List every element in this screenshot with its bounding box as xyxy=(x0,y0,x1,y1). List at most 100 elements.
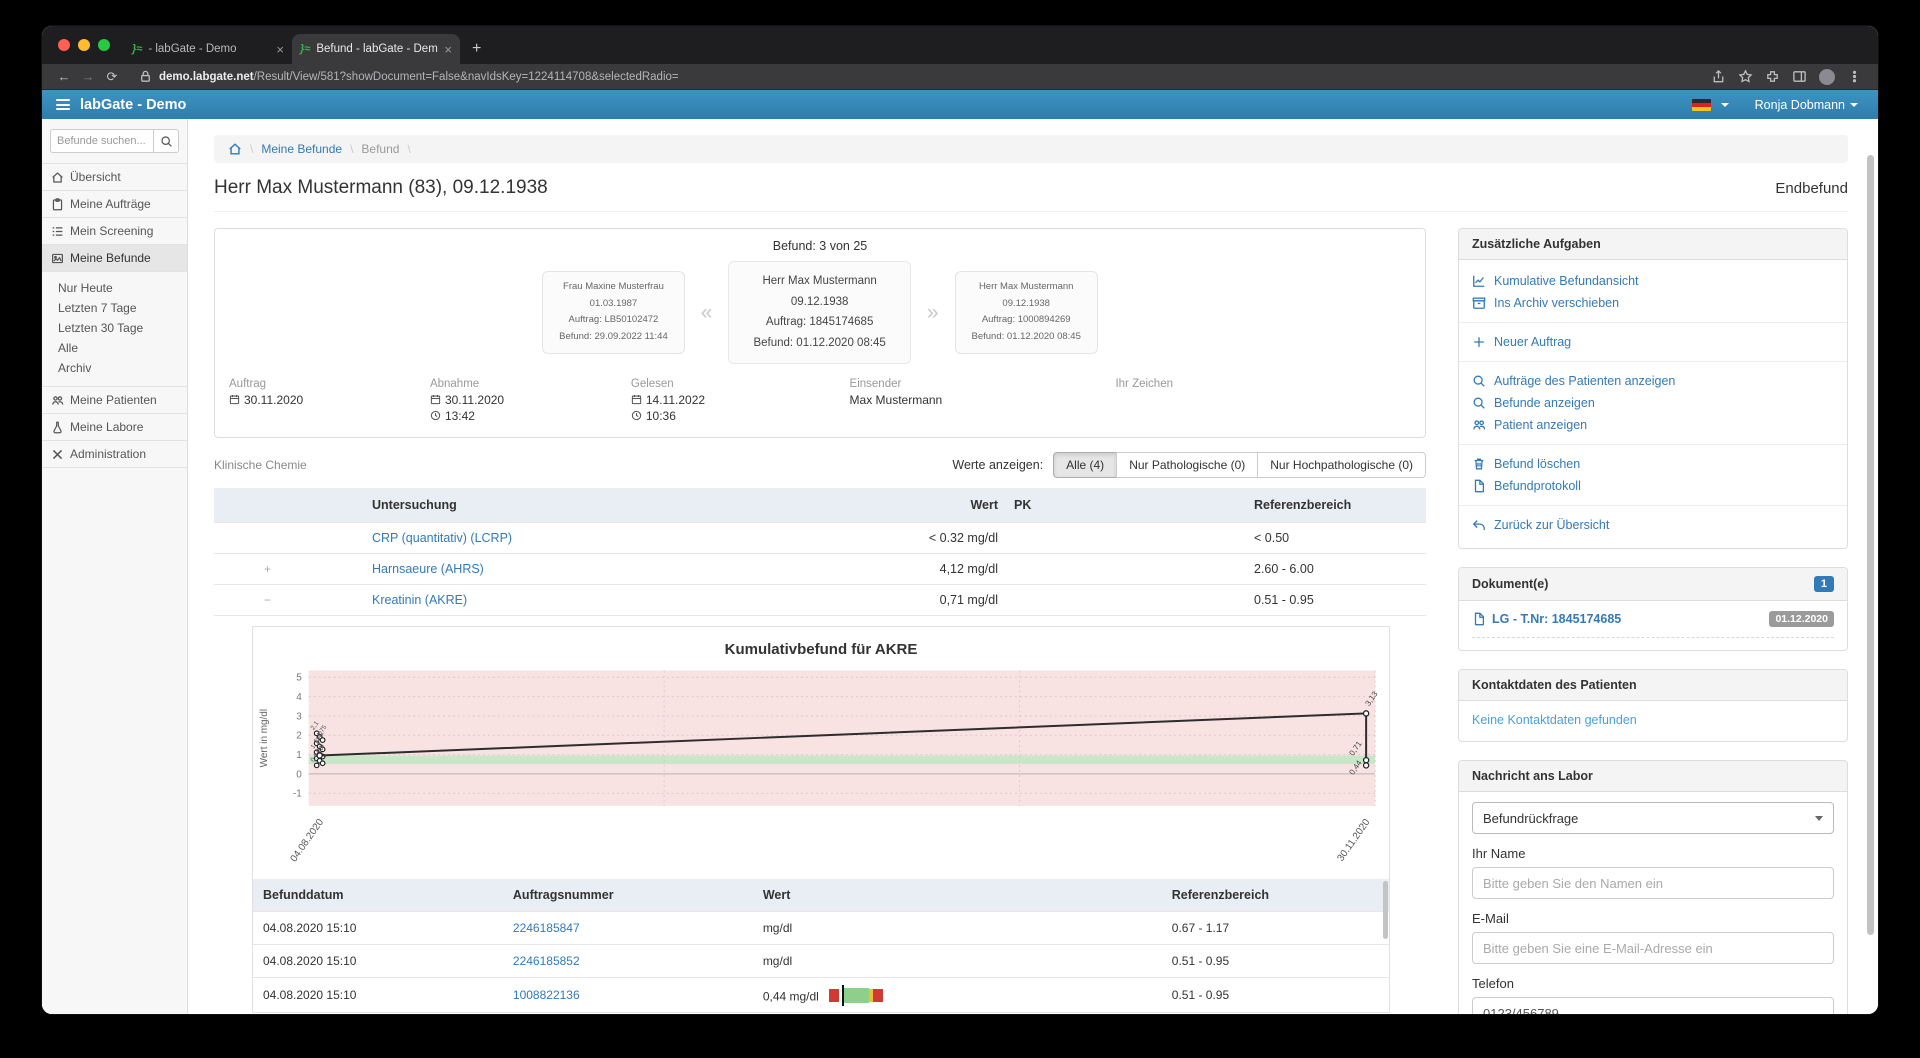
task-befundprotokoll[interactable]: Befundprotokoll xyxy=(1472,475,1834,497)
task-neuer-auftrag[interactable]: Neuer Auftrag xyxy=(1472,331,1834,353)
document-count-badge: 1 xyxy=(1814,576,1834,592)
extensions-icon[interactable] xyxy=(1765,69,1780,84)
sidebar-subitem-30-tage[interactable]: Letzten 30 Tage xyxy=(42,318,187,338)
bookmark-star-icon[interactable] xyxy=(1738,69,1753,84)
sidebar-item-labore[interactable]: Meine Labore xyxy=(42,413,187,440)
col-untersuchung: Untersuchung xyxy=(364,488,826,523)
test-link-kreatinin[interactable]: Kreatinin (AKRE) xyxy=(372,593,467,607)
browser-tab-1[interactable]: }≈ - labGate - Demo × xyxy=(124,34,292,64)
history-row: 04.08.2020 15:10 2246185847 mg/dl 0.67 -… xyxy=(253,911,1389,944)
sidebar-subitem-7-tage[interactable]: Letzten 7 Tage xyxy=(42,298,187,318)
search-button[interactable] xyxy=(153,129,179,153)
svg-text:30.11.2020: 30.11.2020 xyxy=(1335,816,1372,863)
history-table: Befunddatum Auftragsnummer Wert Referenz… xyxy=(253,879,1389,1013)
email-field[interactable] xyxy=(1472,932,1834,964)
order-link[interactable]: 2246185852 xyxy=(513,954,580,968)
task-befund-loeschen[interactable]: Befund löschen xyxy=(1472,453,1834,475)
task-kumulative-befundansicht[interactable]: Kumulative Befundansicht xyxy=(1472,270,1834,292)
task-auftraege-anzeigen[interactable]: Aufträge des Patienten anzeigen xyxy=(1472,370,1834,392)
new-tab-button[interactable]: + xyxy=(460,34,493,64)
menu-kebab-icon[interactable] xyxy=(1847,69,1862,84)
search-input[interactable] xyxy=(50,129,153,153)
calendar-icon xyxy=(631,394,642,405)
labgate-favicon: }≈ xyxy=(300,43,310,55)
task-zurueck-uebersicht[interactable]: Zurück zur Übersicht xyxy=(1472,514,1834,536)
prev-befund-card[interactable]: Frau Maxine Musterfrau 01.03.1987 Auftra… xyxy=(542,271,685,354)
tasks-panel: Zusätzliche Aufgaben Kumulative Befundan… xyxy=(1458,228,1848,549)
test-link-harnsaeure[interactable]: Harnsaeure (AHRS) xyxy=(372,562,484,576)
sidebar-item-administration[interactable]: Administration xyxy=(42,440,187,468)
sidebar-item-auftraege[interactable]: Meine Aufträge xyxy=(42,190,187,217)
sidebar-item-screening[interactable]: Mein Screening xyxy=(42,217,187,244)
side-panel-icon[interactable] xyxy=(1792,69,1807,84)
svg-text:3: 3 xyxy=(296,711,302,722)
task-ins-archiv[interactable]: Ins Archiv verschieben xyxy=(1472,292,1834,314)
sidebar-subitem-alle[interactable]: Alle xyxy=(42,338,187,358)
cumulative-panel: Kumulativbefund für AKRE 543210-1Wert in… xyxy=(252,626,1390,1014)
chevron-down-icon xyxy=(1815,816,1823,821)
name-field[interactable] xyxy=(1472,867,1834,899)
address-field[interactable]: demo.labgate.net/Result/View/581?showDoc… xyxy=(132,69,1697,84)
filter-alle-button[interactable]: Alle (4) xyxy=(1053,452,1117,478)
tasks-panel-title: Zusätzliche Aufgaben xyxy=(1459,229,1847,260)
sidebar-subitem-nur-heute[interactable]: Nur Heute xyxy=(42,278,187,298)
sidebar-item-patienten[interactable]: Meine Patienten xyxy=(42,386,187,413)
table-scrollbar[interactable] xyxy=(1383,881,1388,939)
sidebar-item-uebersicht[interactable]: Übersicht xyxy=(42,163,187,190)
minimize-window-button[interactable] xyxy=(78,39,90,51)
history-row: 04.08.2020 15:10 2246185852 mg/dl 0.51 -… xyxy=(253,944,1389,977)
name-label: Ihr Name xyxy=(1472,846,1834,861)
user-name: Ronja Dobmann xyxy=(1755,98,1845,112)
language-selector[interactable] xyxy=(1692,99,1729,111)
close-window-button[interactable] xyxy=(58,39,70,51)
sidebar-subitem-archiv[interactable]: Archiv xyxy=(42,358,187,378)
breadcrumb-meine-befunde[interactable]: Meine Befunde xyxy=(261,142,342,156)
sidebar-item-befunde[interactable]: Meine Befunde xyxy=(42,244,187,272)
breadcrumb: \ Meine Befunde \ Befund \ xyxy=(214,135,1848,163)
svg-text:-1: -1 xyxy=(293,788,302,799)
collapse-minus-icon[interactable]: − xyxy=(222,593,356,607)
clock-icon xyxy=(631,410,642,421)
url-path: /Result/View/581?showDocument=False&navI… xyxy=(254,71,679,83)
document-item[interactable]: LG - T.Nr: 1845174685 01.12.2020 xyxy=(1472,611,1834,638)
task-patient-anzeigen[interactable]: Patient anzeigen xyxy=(1472,414,1834,436)
expand-plus-icon[interactable]: + xyxy=(222,562,356,576)
message-type-select[interactable]: Befundrückfrage xyxy=(1472,802,1834,834)
order-link[interactable]: 1008822136 xyxy=(513,988,580,1002)
befunde-filter-list: Nur Heute Letzten 7 Tage Letzten 30 Tage… xyxy=(42,278,187,378)
browser-tab-2-active[interactable]: }≈ Befund - labGate - Demo × xyxy=(292,34,460,64)
share-icon[interactable] xyxy=(1711,69,1726,84)
prev-chevron-icon[interactable]: « xyxy=(701,302,713,323)
filter-hochpathologische-button[interactable]: Nur Hochpathologische (0) xyxy=(1257,452,1426,478)
svg-text:2: 2 xyxy=(296,730,302,741)
document-link[interactable]: LG - T.Nr: 1845174685 xyxy=(1492,612,1621,626)
phone-field[interactable] xyxy=(1472,997,1834,1014)
forward-button[interactable]: → xyxy=(76,69,100,84)
hamburger-menu-icon[interactable] xyxy=(56,97,70,113)
home-icon[interactable] xyxy=(228,142,242,156)
clock-icon xyxy=(430,410,441,421)
next-befund-card[interactable]: Herr Max Mustermann 09.12.1938 Auftrag: … xyxy=(955,271,1098,354)
profile-avatar[interactable] xyxy=(1819,69,1835,85)
task-befunde-anzeigen[interactable]: Befunde anzeigen xyxy=(1472,392,1834,414)
chart-title: Kumulativbefund für AKRE xyxy=(253,641,1389,658)
list-icon xyxy=(51,225,64,238)
maximize-window-button[interactable] xyxy=(98,39,110,51)
next-chevron-icon[interactable]: » xyxy=(927,302,939,323)
reload-button[interactable]: ⟳ xyxy=(100,69,124,85)
page-scrollbar[interactable] xyxy=(1867,155,1874,935)
report-icon xyxy=(51,252,64,265)
test-link-crp[interactable]: CRP (quantitativ) (LCRP) xyxy=(372,531,512,545)
user-menu[interactable]: Ronja Dobmann xyxy=(1755,98,1858,112)
tab-title: Befund - labGate - Demo xyxy=(316,43,438,55)
history-row: 04.08.2020 15:10 1008822136 0,44 mg/dl 0… xyxy=(253,977,1389,1012)
meta-auftrag: Auftrag 30.11.2020 xyxy=(229,378,430,425)
tab-close-icon[interactable]: × xyxy=(444,42,452,57)
filter-pathologische-button[interactable]: Nur Pathologische (0) xyxy=(1116,452,1258,478)
order-link[interactable]: 2246185847 xyxy=(513,921,580,935)
calendar-icon xyxy=(430,394,441,405)
back-button[interactable]: ← xyxy=(52,69,76,84)
befund-counter: Befund: 3 von 25 xyxy=(229,239,1411,253)
tab-close-icon[interactable]: × xyxy=(276,42,284,57)
calendar-icon xyxy=(229,394,240,405)
